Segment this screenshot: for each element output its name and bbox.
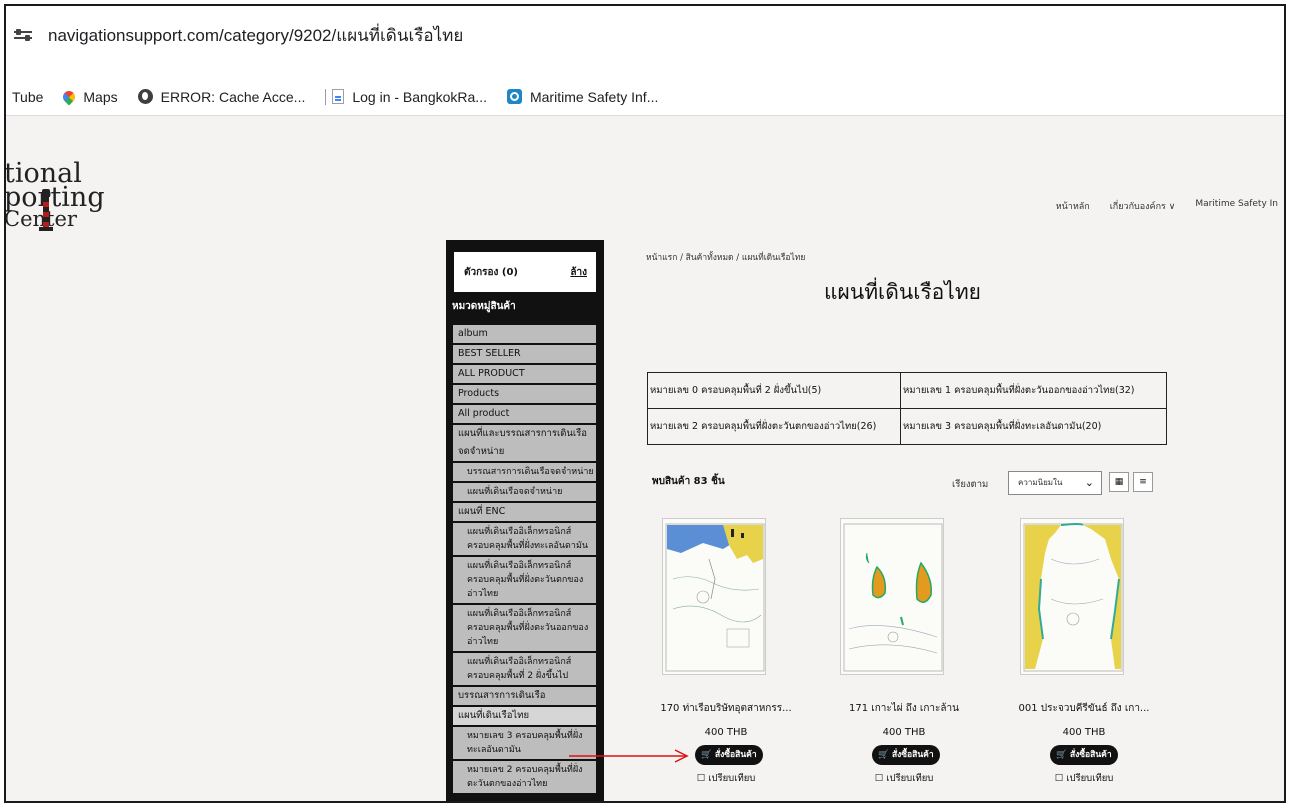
product-name[interactable]: 171 เกาะไผ่ ถึง เกาะล้าน xyxy=(829,701,979,716)
sidebar-category-item[interactable]: ALL PRODUCT xyxy=(453,365,596,385)
page-title: แผนที่เดินเรือไทย xyxy=(824,280,981,304)
globe-icon xyxy=(137,89,153,104)
url-text[interactable]: navigationsupport.com/category/9202/แผนท… xyxy=(48,22,463,49)
chevron-down-icon: ⌄ xyxy=(1084,476,1094,489)
product-price: 400 THB xyxy=(704,727,748,738)
annotation-arrow xyxy=(569,749,689,763)
sort-select[interactable]: ความนิยมใน ⌄ xyxy=(1008,471,1102,495)
filter-header: ตัวกรอง (0) ล้าง xyxy=(454,252,596,292)
compare-checkbox[interactable]: ☐ เปรียบเทียบ xyxy=(651,771,801,786)
bookmark-bangkok-login[interactable]: Log in - BangkokRa... xyxy=(325,88,487,105)
address-bar[interactable]: navigationsupport.com/category/9202/แผนท… xyxy=(6,6,1284,78)
sidebar-category-item[interactable]: แผนที่และบรรณสารการเดินเรือจดจำหน่าย xyxy=(453,425,596,463)
product-thumbnail-chart-170[interactable] xyxy=(662,518,766,675)
sidebar-category-item[interactable]: แผนที่เดินเรืออิเล็กทรอนิกส์ ครอบคลุมพื้… xyxy=(453,605,596,653)
bookmark-maritime-safety[interactable]: Maritime Safety Inf... xyxy=(506,89,658,105)
sidebar-category-item[interactable]: Products xyxy=(453,385,596,405)
product-name[interactable]: 001 ประจวบคีรีขันธ์ ถึง เกา... xyxy=(1009,701,1159,716)
maps-icon xyxy=(60,88,78,105)
product-thumbnail-chart-171[interactable] xyxy=(840,518,944,675)
subcategory-link[interactable]: หมายเลข 2 ครอบคลุมพื้นที่ฝั่งตะวันตกของอ… xyxy=(647,408,901,445)
sidebar-category-item[interactable]: แผนที่ ENC xyxy=(453,503,596,523)
category-title: หมวดหมู่สินค้า xyxy=(452,301,516,312)
nav-msi[interactable]: Maritime Safety In xyxy=(1195,199,1278,213)
grid-view-icon[interactable]: ▦ xyxy=(1109,472,1129,492)
sidebar-category-item[interactable]: หมายเลข 2 ครอบคลุมพื้นที่ฝั่งตะวันตกของอ… xyxy=(453,761,596,795)
sidebar-category-item[interactable]: แผนที่เดินเรืออิเล็กทรอนิกส์ ครอบคลุมพื้… xyxy=(453,557,596,605)
bookmark-maps[interactable]: Maps xyxy=(60,88,118,105)
site-logo[interactable]: tional porting Center xyxy=(6,160,105,230)
bookmarks-bar: Tube Maps ERROR: Cache Acce... Log in - … xyxy=(6,78,1284,116)
product-price: 400 THB xyxy=(882,727,926,738)
compare-checkbox[interactable]: ☐ เปรียบเทียบ xyxy=(1009,771,1159,786)
sidebar-category-item[interactable]: แผนที่เดินเรือไทย xyxy=(453,707,596,727)
add-to-cart-button[interactable]: 🛒 สั่งซื้อสินค้า xyxy=(872,745,940,765)
nav-about[interactable]: เกี่ยวกับองค์กร ∨ xyxy=(1110,199,1176,213)
filter-label: ตัวกรอง (0) xyxy=(464,267,519,278)
sidebar-category-item[interactable]: บรรณสารการเดินเรือจดจำหน่าย xyxy=(453,463,596,483)
sidebar-category-item[interactable]: All product xyxy=(453,405,596,425)
subcategory-link[interactable]: หมายเลข 1 ครอบคลุมพื้นที่ฝั่งตะวันออกของ… xyxy=(900,372,1167,409)
lighthouse-icon xyxy=(39,189,53,239)
subcategory-table: หมายเลข 0 ครอบคลุมพื้นที่ 2 ฝั่งขึ้นไป(5… xyxy=(647,372,1167,445)
subcategory-link[interactable]: หมายเลข 3 ครอบคลุมพื้นที่ฝั่งทะเลอันดามั… xyxy=(900,408,1167,445)
result-count: พบสินค้า 83 ชิ้น xyxy=(652,476,725,487)
breadcrumb[interactable]: หน้าแรก / สินค้าทั้งหมด / แผนที่เดินเรือ… xyxy=(646,250,805,264)
bookmark-cache-error[interactable]: ERROR: Cache Acce... xyxy=(137,89,305,105)
sidebar-category-item[interactable]: BEST SELLER xyxy=(453,345,596,365)
sidebar-category-item[interactable]: แผนที่เดินเรือจดจำหน่าย xyxy=(453,483,596,503)
product-price: 400 THB xyxy=(1062,727,1106,738)
document-icon xyxy=(332,89,345,104)
compare-checkbox[interactable]: ☐ เปรียบเทียบ xyxy=(829,771,979,786)
site-settings-icon[interactable] xyxy=(14,26,32,44)
clear-filter-link[interactable]: ล้าง xyxy=(570,265,587,280)
category-list: album BEST SELLER ALL PRODUCT Products All p… xyxy=(453,325,596,795)
subcategory-link[interactable]: หมายเลข 0 ครอบคลุมพื้นที่ 2 ฝั่งขึ้นไป(5… xyxy=(647,372,901,409)
product-name[interactable]: 170 ท่าเรือบริษัทอุตสาหกรร... xyxy=(651,701,801,716)
bookmark-youtube[interactable]: Tube xyxy=(12,89,43,105)
msi-icon xyxy=(506,89,522,104)
filter-sidebar: ตัวกรอง (0) ล้าง หมวดหมู่สินค้า album BES… xyxy=(446,240,604,801)
sidebar-category-item[interactable]: บรรณสารการเดินเรือ xyxy=(453,687,596,707)
sidebar-category-item[interactable]: แผนที่เดินเรืออิเล็กทรอนิกส์ ครอบคลุมพื้… xyxy=(453,653,596,687)
add-to-cart-button[interactable]: 🛒 สั่งซื้อสินค้า xyxy=(1050,745,1118,765)
screenshot-frame: navigationsupport.com/category/9202/แผนท… xyxy=(4,4,1286,803)
product-thumbnail-chart-001[interactable] xyxy=(1020,518,1124,675)
list-view-icon[interactable]: ≡ xyxy=(1133,472,1153,492)
sort-label: เรียงตาม xyxy=(952,479,989,490)
add-to-cart-button[interactable]: 🛒 สั่งซื้อสินค้า xyxy=(695,745,763,765)
sidebar-category-item[interactable]: album xyxy=(453,325,596,345)
nav-home[interactable]: หน้าหลัก xyxy=(1056,199,1090,213)
sidebar-category-item[interactable]: แผนที่เดินเรืออิเล็กทรอนิกส์ ครอบคลุมพื้… xyxy=(453,523,596,557)
top-navigation: หน้าหลัก เกี่ยวกับองค์กร ∨ Maritime Safe… xyxy=(1056,199,1278,213)
